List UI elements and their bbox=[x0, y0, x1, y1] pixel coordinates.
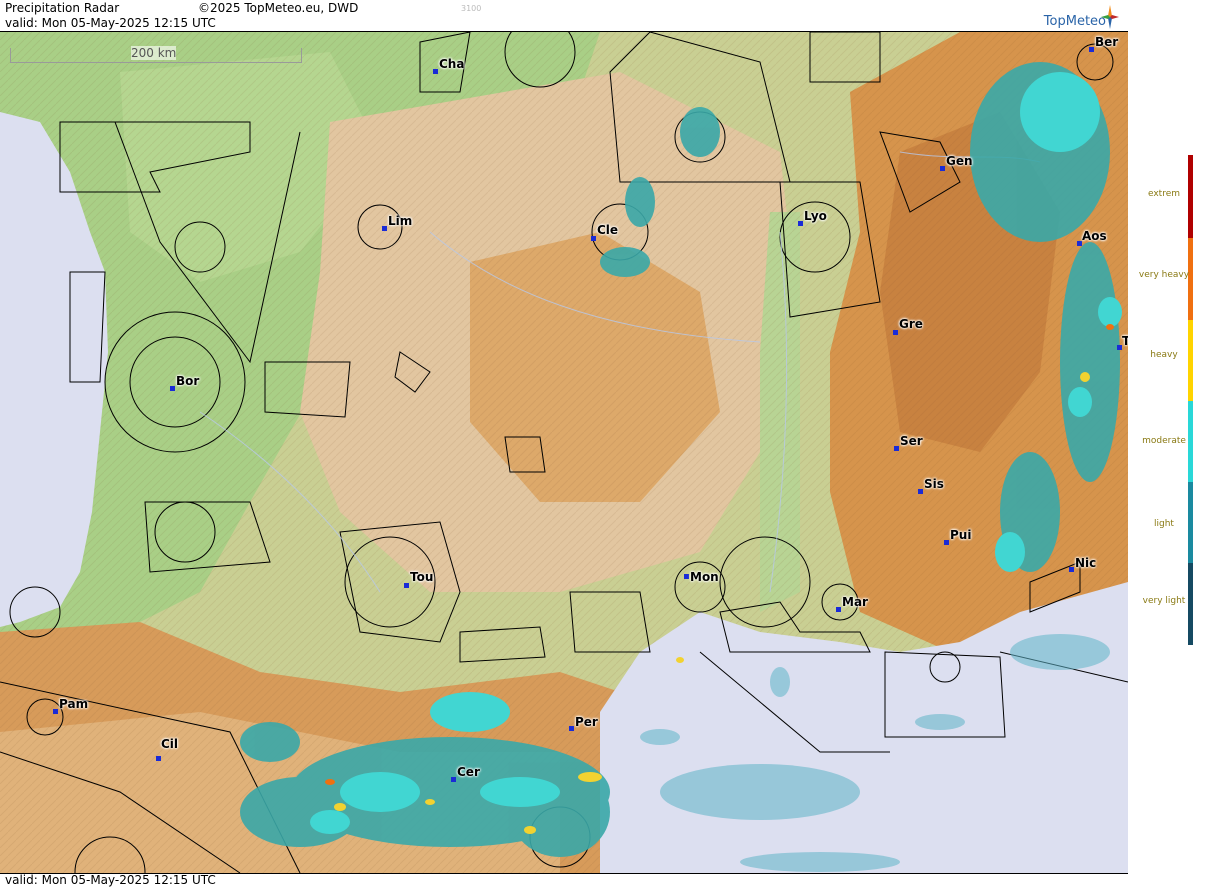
radar-map[interactable]: 200 km Cha Lim Cle Lyo Gen Ber Aos Gre B… bbox=[0, 32, 1128, 873]
city-dot-pam bbox=[53, 709, 58, 714]
city-label-bor[interactable]: Bor bbox=[176, 374, 199, 388]
legend-label-light: light bbox=[1154, 519, 1174, 529]
city-dot-cer bbox=[451, 777, 456, 782]
city-dot-nic bbox=[1069, 567, 1074, 572]
compass-star-icon bbox=[1101, 5, 1119, 29]
scale-bar-label: 200 km bbox=[131, 46, 177, 60]
city-label-aos[interactable]: Aos bbox=[1082, 229, 1107, 243]
city-label-nic[interactable]: Nic bbox=[1075, 556, 1096, 570]
brand-logo: TopMeteo bbox=[1043, 14, 1106, 29]
city-dot-gen bbox=[940, 166, 945, 171]
footer-bar: valid: Mon 05-May-2025 12:15 UTC bbox=[0, 873, 1128, 887]
city-dot-gre bbox=[893, 330, 898, 335]
city-label-gre[interactable]: Gre bbox=[899, 317, 923, 331]
city-label-pui[interactable]: Pui bbox=[950, 528, 971, 542]
legend-label-very-heavy: very heavy bbox=[1138, 270, 1190, 280]
copyright-text: ©2025 TopMeteo.eu, DWD bbox=[198, 1, 359, 15]
city-label-mon[interactable]: Mon bbox=[690, 570, 719, 584]
city-label-lyo[interactable]: Lyo bbox=[804, 209, 827, 223]
map-frame: Precipitation Radar ©2025 TopMeteo.eu, D… bbox=[0, 0, 1128, 887]
city-dot-sis bbox=[918, 489, 923, 494]
legend-label-moderate: moderate bbox=[1142, 436, 1186, 446]
city-label-sis[interactable]: Sis bbox=[924, 477, 944, 491]
legend-label-very-light: very light bbox=[1142, 596, 1186, 606]
map-title: Precipitation Radar bbox=[5, 1, 120, 15]
city-dot-cle bbox=[591, 236, 596, 241]
faint-code: 3100 bbox=[461, 4, 482, 13]
city-label-lim[interactable]: Lim bbox=[388, 214, 412, 228]
city-label-t[interactable]: T bbox=[1122, 334, 1128, 348]
city-dot-cil bbox=[156, 756, 161, 761]
city-dot-cha bbox=[433, 69, 438, 74]
city-dot-mar bbox=[836, 607, 841, 612]
city-dot-lim bbox=[382, 226, 387, 231]
city-dot-per bbox=[569, 726, 574, 731]
city-dot-mon bbox=[684, 574, 689, 579]
legend-label-heavy: heavy bbox=[1150, 350, 1178, 360]
city-dot-lyo bbox=[798, 221, 803, 226]
city-label-ser[interactable]: Ser bbox=[900, 434, 923, 448]
legend-label-extrem: extrem bbox=[1147, 189, 1181, 199]
city-label-cle[interactable]: Cle bbox=[597, 223, 618, 237]
legend-swatch-heavy bbox=[1188, 320, 1193, 401]
city-dot-pui bbox=[944, 540, 949, 545]
city-label-cer[interactable]: Cer bbox=[457, 765, 480, 779]
city-dot-tou bbox=[404, 583, 409, 588]
city-dot-bor bbox=[170, 386, 175, 391]
city-label-cha[interactable]: Cha bbox=[439, 57, 464, 71]
valid-time-bottom: valid: Mon 05-May-2025 12:15 UTC bbox=[5, 873, 216, 887]
city-label-gen[interactable]: Gen bbox=[946, 154, 973, 168]
city-label-cil[interactable]: Cil bbox=[161, 737, 178, 751]
city-dot-ber bbox=[1089, 47, 1094, 52]
city-label-tou[interactable]: Tou bbox=[410, 570, 433, 584]
city-dot-ser bbox=[894, 446, 899, 451]
city-label-pam[interactable]: Pam bbox=[59, 697, 88, 711]
precipitation-legend: extrem very heavy heavy moderate light v… bbox=[1129, 0, 1219, 887]
header-bar: Precipitation Radar ©2025 TopMeteo.eu, D… bbox=[0, 0, 1128, 32]
city-label-per[interactable]: Per bbox=[575, 715, 598, 729]
city-label-ber[interactable]: Ber bbox=[1095, 35, 1118, 49]
city-label-mar[interactable]: Mar bbox=[842, 595, 868, 609]
valid-time-top: valid: Mon 05-May-2025 12:15 UTC bbox=[5, 16, 216, 30]
